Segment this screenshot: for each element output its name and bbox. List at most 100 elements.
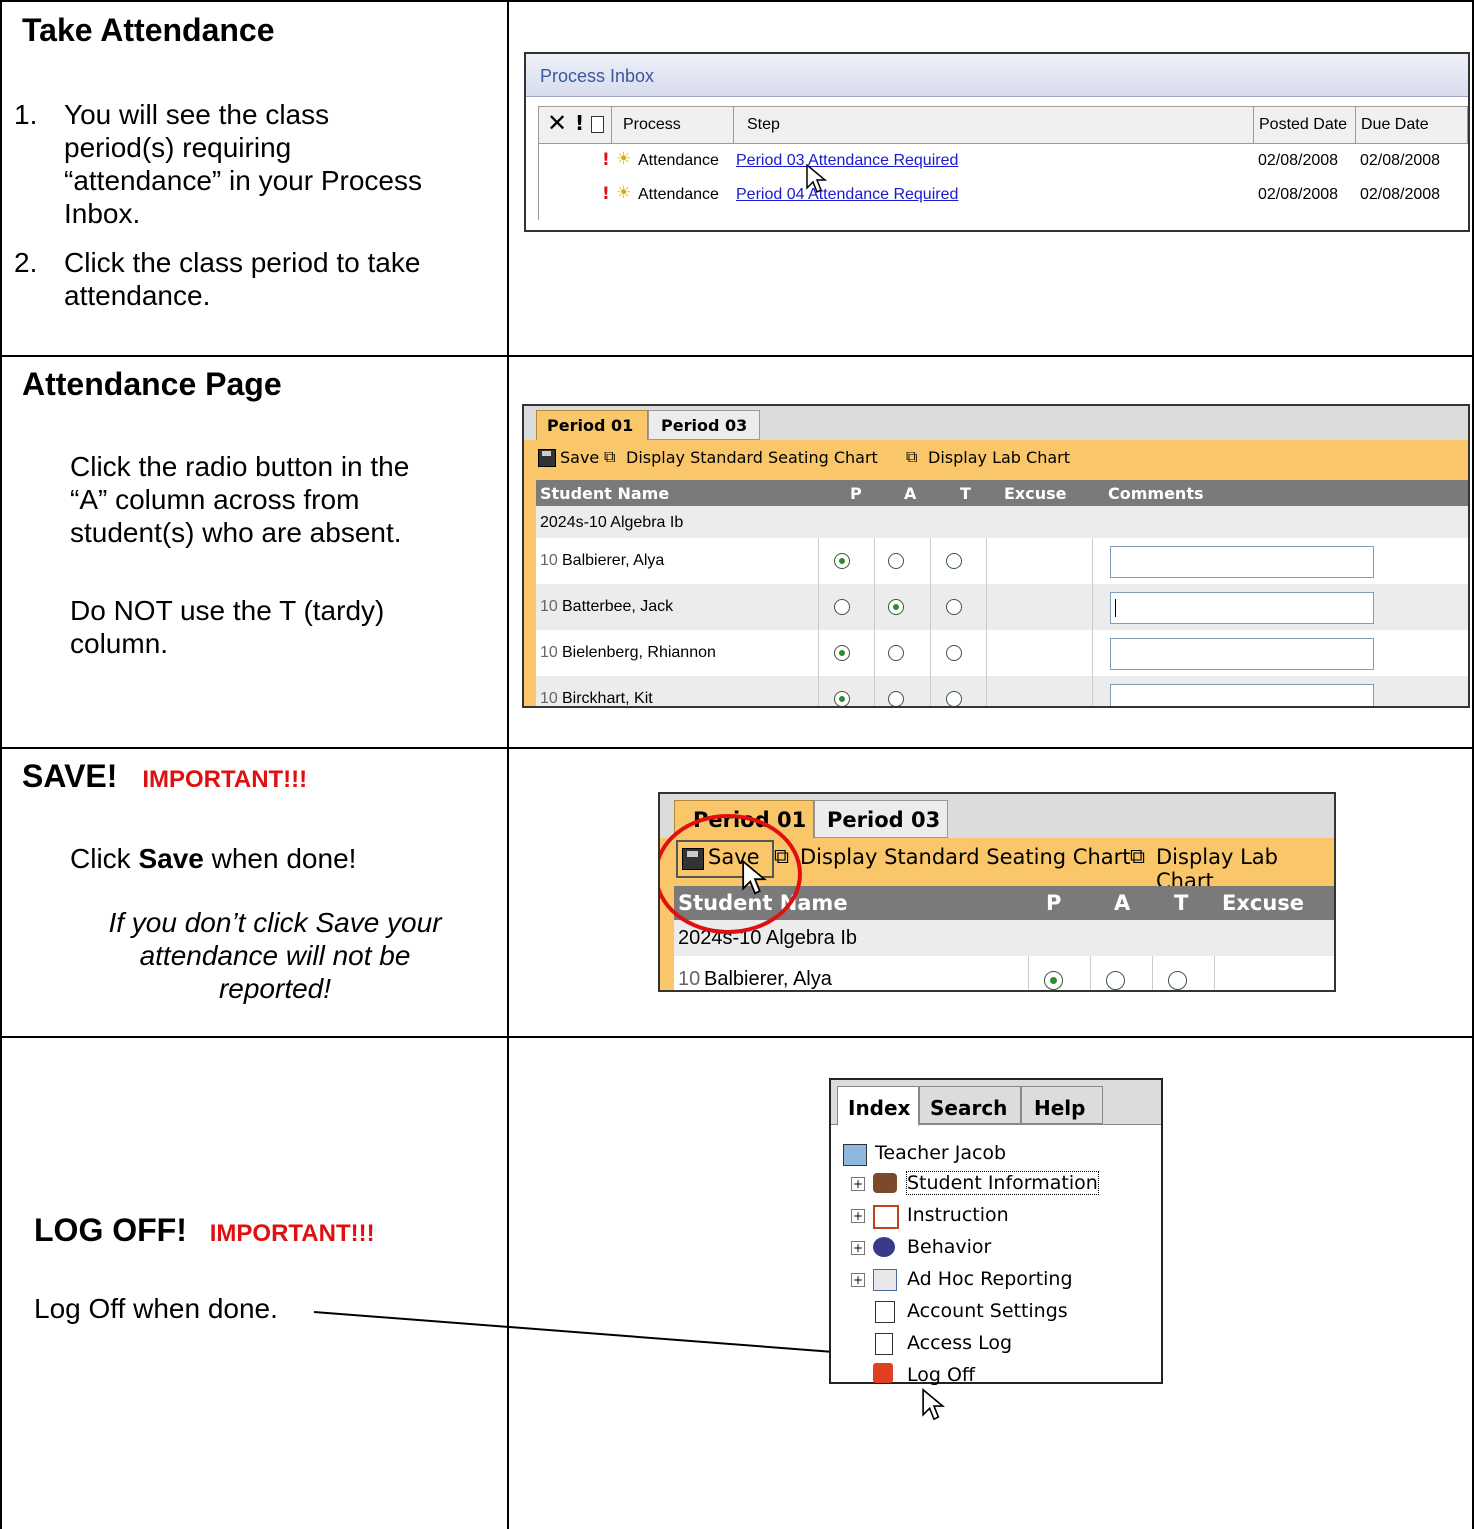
inbox-row[interactable]: ! ☀ Attendance Period 04 Attendance Requ…: [540, 183, 1466, 210]
comments-input[interactable]: [1110, 592, 1374, 624]
radio-tardy[interactable]: [946, 645, 962, 661]
radio-absent[interactable]: [1106, 971, 1125, 990]
chart-icon: ⧉: [604, 447, 616, 466]
col-sep-4: [1355, 107, 1356, 143]
nav-account-settings[interactable]: Account Settings: [907, 1300, 1068, 1322]
process-inbox-title: Process Inbox: [540, 66, 655, 86]
tab-period-03[interactable]: Period 03: [648, 410, 760, 440]
radio-present[interactable]: [834, 599, 850, 615]
col-sep-3: [1253, 107, 1254, 143]
click-save-instruction: Click Save when done!: [70, 843, 357, 874]
col-t: T: [1174, 891, 1189, 915]
student-information-icon: [873, 1173, 897, 1193]
process-inbox-title-bar: Process Inbox: [526, 54, 1468, 97]
teacher-icon: [843, 1144, 867, 1166]
tab-search[interactable]: Search: [919, 1086, 1021, 1124]
grid-row2: [0, 747, 1474, 749]
inbox-left-border: [538, 142, 539, 220]
col-sep-1: [611, 107, 612, 143]
expand-icon[interactable]: +: [851, 1177, 865, 1191]
student-row: 10 Balbierer, Alya: [536, 538, 1468, 585]
navigation-panel: Index Search Help Teacher Jacob + Studen…: [829, 1078, 1163, 1386]
col-excuse: Excuse: [1222, 891, 1305, 915]
mouse-cursor-icon: [742, 860, 767, 895]
nav-root-teacher[interactable]: Teacher Jacob: [875, 1142, 1006, 1164]
tab-help[interactable]: Help: [1021, 1086, 1103, 1124]
radio-present[interactable]: [834, 553, 850, 569]
document-icon: [591, 116, 604, 133]
attendance-instruction: Click the radio button in the “A” column…: [70, 451, 410, 548]
expand-icon[interactable]: +: [851, 1273, 865, 1287]
grid-mid: [507, 0, 509, 1529]
process-inbox-panel: Process Inbox ✕ ! Process Step Posted Da…: [524, 52, 1470, 232]
highlight-circle: [660, 814, 802, 934]
table-header: Student Name P A T Excuse Comments: [536, 480, 1468, 506]
display-standard-seating-chart-button[interactable]: Display Standard Seating Chart: [626, 448, 878, 467]
log-off-instruction: Log Off when done.: [34, 1293, 278, 1324]
nav-ad-hoc-reporting[interactable]: Ad Hoc Reporting: [907, 1268, 1073, 1290]
inbox-header-row: ✕ ! Process Step Posted Date Due Date: [538, 106, 1468, 144]
nav-student-information[interactable]: Student Information: [906, 1171, 1099, 1195]
inbox-due: 02/08/2008: [1360, 152, 1441, 169]
col-due: Due Date: [1361, 116, 1429, 133]
student-row: 10 Birckhart, Kit: [536, 676, 1468, 706]
important-label: IMPORTANT!!!: [142, 766, 308, 793]
step-2-number: 2.: [14, 247, 38, 278]
grid-row3: [0, 1036, 1474, 1038]
priority-icon: !: [602, 184, 610, 204]
priority-icon: !: [602, 150, 610, 170]
radio-present[interactable]: [1044, 971, 1063, 990]
display-lab-chart-button[interactable]: Display Lab Chart: [928, 448, 1070, 467]
save-icon[interactable]: [538, 449, 556, 467]
save-button[interactable]: Save: [560, 448, 599, 467]
delete-icon[interactable]: ✕: [547, 109, 567, 137]
nav-behavior[interactable]: Behavior: [907, 1236, 991, 1258]
radio-tardy[interactable]: [946, 599, 962, 615]
display-standard-seating-chart-button[interactable]: Display Standard Seating Chart: [800, 845, 1131, 869]
inbox-posted: 02/08/2008: [1258, 152, 1339, 169]
mouse-cursor-icon: [806, 164, 828, 194]
comments-input[interactable]: [1110, 684, 1374, 706]
step-2-text: Click the class period to take attendanc…: [64, 247, 421, 311]
step-1-number: 1.: [14, 99, 38, 130]
radio-present[interactable]: [834, 645, 850, 661]
expand-icon[interactable]: +: [851, 1209, 865, 1223]
tab-period-01[interactable]: Period 01: [536, 410, 648, 441]
attendance-page-heading: Attendance Page: [22, 366, 282, 402]
inbox-posted: 02/08/2008: [1258, 186, 1339, 203]
radio-absent[interactable]: [888, 691, 904, 706]
inbox-process: Attendance: [638, 152, 719, 169]
priority-icon: !: [575, 111, 585, 135]
attendance-panel: Period 01 Period 03 Save ⧉ Display Stand…: [522, 404, 1470, 708]
student-row: 10 Batterbee, Jack: [536, 584, 1468, 631]
radio-absent[interactable]: [888, 553, 904, 569]
pointer-arrow: [313, 1311, 848, 1360]
nav-log-off[interactable]: Log Off: [907, 1364, 975, 1386]
col-t: T: [960, 484, 971, 503]
tab-index[interactable]: Index: [837, 1086, 919, 1126]
radio-absent[interactable]: [888, 645, 904, 661]
expand-icon[interactable]: +: [851, 1241, 865, 1255]
col-excuse: Excuse: [1004, 484, 1067, 503]
tab-period-03[interactable]: Period 03: [814, 800, 948, 838]
period-04-link[interactable]: Period 04 Attendance Required: [736, 186, 958, 204]
comments-input[interactable]: [1110, 546, 1374, 578]
student-row: 10 Balbierer, Alya: [674, 956, 1334, 990]
group-row: 2024s-10 Algebra Ib: [674, 920, 1334, 957]
log-off-icon: [873, 1363, 893, 1383]
radio-absent[interactable]: [888, 599, 904, 615]
grid-left: [0, 0, 2, 1529]
radio-present[interactable]: [834, 691, 850, 706]
save-heading: SAVE! IMPORTANT!!!: [22, 758, 308, 794]
nav-instruction[interactable]: Instruction: [907, 1204, 1009, 1226]
inbox-row[interactable]: ! ☀ Attendance Period 03 Attendance Requ…: [540, 149, 1466, 176]
radio-tardy[interactable]: [946, 691, 962, 706]
nav-access-log[interactable]: Access Log: [907, 1332, 1012, 1354]
period-03-link[interactable]: Period 03 Attendance Required: [736, 152, 958, 170]
comments-input[interactable]: [1110, 638, 1374, 670]
radio-tardy[interactable]: [946, 553, 962, 569]
group-row: 2024s-10 Algebra Ib: [536, 506, 1468, 539]
radio-tardy[interactable]: [1168, 971, 1187, 990]
col-student-name: Student Name: [540, 484, 670, 503]
col-p: P: [850, 484, 862, 503]
